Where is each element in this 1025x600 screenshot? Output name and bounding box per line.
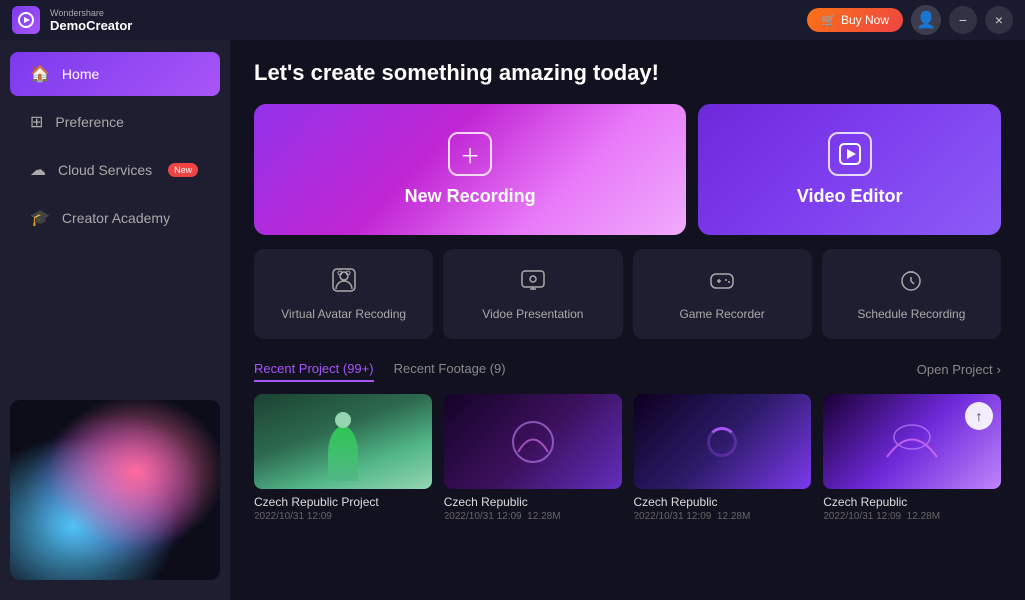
project-meta-4: 2022/10/31 12:09 12.28M <box>823 511 1001 522</box>
project-name-1: Czech Republic Project <box>254 495 432 509</box>
sidebar-thumbnail-image <box>10 400 220 580</box>
feature-cards: Virtual Avatar Recoding Vidoe Presentati… <box>254 249 1001 339</box>
academy-icon: 🎓 <box>30 208 50 228</box>
home-icon: 🏠 <box>30 64 50 84</box>
project-card-2[interactable]: Czech Republic 2022/10/31 12:09 12.28M <box>444 394 622 522</box>
recent-header: Recent Project (99+) Recent Footage (9) … <box>254 357 1001 382</box>
hero-cards: ＋ New Recording Video Editor <box>254 104 1001 235</box>
schedule-recording-label: Schedule Recording <box>857 307 965 321</box>
project-name-2: Czech Republic <box>444 495 622 509</box>
schedule-recording-icon <box>898 267 924 299</box>
upload-icon: ↑ <box>976 408 983 424</box>
close-button[interactable]: × <box>985 6 1013 34</box>
sidebar-label-academy: Creator Academy <box>62 210 170 226</box>
project-card-4[interactable]: ↑ Czech Republic 2022/10/31 12:09 12.28M <box>823 394 1001 522</box>
minimize-button[interactable]: − <box>949 6 977 34</box>
schedule-recording-card[interactable]: Schedule Recording <box>822 249 1001 339</box>
video-presentation-label: Vidoe Presentation <box>482 307 583 321</box>
game-recorder-icon <box>709 267 735 299</box>
virtual-avatar-label: Virtual Avatar Recoding <box>281 307 406 321</box>
project-thumb-2 <box>444 394 622 489</box>
loading-spinner <box>707 427 737 457</box>
open-project-link[interactable]: Open Project › <box>917 362 1001 377</box>
project-meta-3: 2022/10/31 12:09 12.28M <box>634 511 812 522</box>
new-recording-icon: ＋ <box>448 132 492 176</box>
project-name-3: Czech Republic <box>634 495 812 509</box>
logo: Wondershare DemoCreator <box>12 6 132 34</box>
new-recording-card[interactable]: ＋ New Recording <box>254 104 686 235</box>
sidebar-item-home[interactable]: 🏠 Home <box>10 52 220 96</box>
sidebar-item-preference[interactable]: ⊞ Preference <box>10 100 220 144</box>
sidebar-label-home: Home <box>62 66 99 82</box>
game-recorder-card[interactable]: Game Recorder <box>633 249 812 339</box>
sidebar: 🏠 Home ⊞ Preference ☁ Cloud Services New… <box>0 40 230 600</box>
sidebar-item-cloud-services[interactable]: ☁ Cloud Services New <box>10 148 220 192</box>
sidebar-label-cloud: Cloud Services <box>58 162 152 178</box>
main-layout: 🏠 Home ⊞ Preference ☁ Cloud Services New… <box>0 40 1025 600</box>
tab-recent-project[interactable]: Recent Project (99+) <box>254 357 374 382</box>
brand-top: Wondershare <box>50 8 132 18</box>
sidebar-item-creator-academy[interactable]: 🎓 Creator Academy <box>10 196 220 240</box>
project-thumb-4: ↑ <box>823 394 1001 489</box>
title-bar: Wondershare DemoCreator 🛒 Buy Now 👤 − × <box>0 0 1025 40</box>
sidebar-thumbnail <box>10 400 220 580</box>
game-recorder-label: Game Recorder <box>679 307 764 321</box>
project-name-4: Czech Republic <box>823 495 1001 509</box>
video-editor-icon <box>828 132 872 176</box>
cloud-icon: ☁ <box>30 160 46 180</box>
project-card-1[interactable]: Czech Republic Project 2022/10/31 12:09 <box>254 394 432 522</box>
upload-button[interactable]: ↑ <box>965 402 993 430</box>
brand-bottom: DemoCreator <box>50 18 132 33</box>
video-editor-label: Video Editor <box>797 186 903 207</box>
recent-tabs: Recent Project (99+) Recent Footage (9) <box>254 357 526 382</box>
video-presentation-card[interactable]: Vidoe Presentation <box>443 249 622 339</box>
account-icon: 👤 <box>916 10 936 30</box>
chevron-right-icon: › <box>997 362 1001 377</box>
new-badge: New <box>168 163 198 177</box>
video-editor-card[interactable]: Video Editor <box>698 104 1001 235</box>
logo-text: Wondershare DemoCreator <box>50 8 132 33</box>
project-meta-2: 2022/10/31 12:09 12.28M <box>444 511 622 522</box>
tab-recent-footage[interactable]: Recent Footage (9) <box>394 357 506 382</box>
project-meta-1: 2022/10/31 12:09 <box>254 511 432 522</box>
project-overlay-2 <box>444 394 622 489</box>
title-bar-controls: 🛒 Buy Now 👤 − × <box>807 5 1013 35</box>
cart-icon: 🛒 <box>821 13 836 27</box>
new-recording-label: New Recording <box>405 186 536 207</box>
page-title: Let's create something amazing today! <box>254 60 1001 86</box>
content-area: Let's create something amazing today! ＋ … <box>230 40 1025 600</box>
project-thumb-3 <box>634 394 812 489</box>
account-button[interactable]: 👤 <box>911 5 941 35</box>
logo-icon <box>12 6 40 34</box>
virtual-avatar-icon <box>331 267 357 299</box>
project-thumb-1 <box>254 394 432 489</box>
buy-now-button[interactable]: 🛒 Buy Now <box>807 8 903 32</box>
sidebar-label-preference: Preference <box>55 114 123 130</box>
virtual-avatar-card[interactable]: Virtual Avatar Recoding <box>254 249 433 339</box>
preference-icon: ⊞ <box>30 112 43 132</box>
video-presentation-icon <box>520 267 546 299</box>
project-grid: Czech Republic Project 2022/10/31 12:09 … <box>254 394 1001 522</box>
project-card-3[interactable]: Czech Republic 2022/10/31 12:09 12.28M <box>634 394 812 522</box>
